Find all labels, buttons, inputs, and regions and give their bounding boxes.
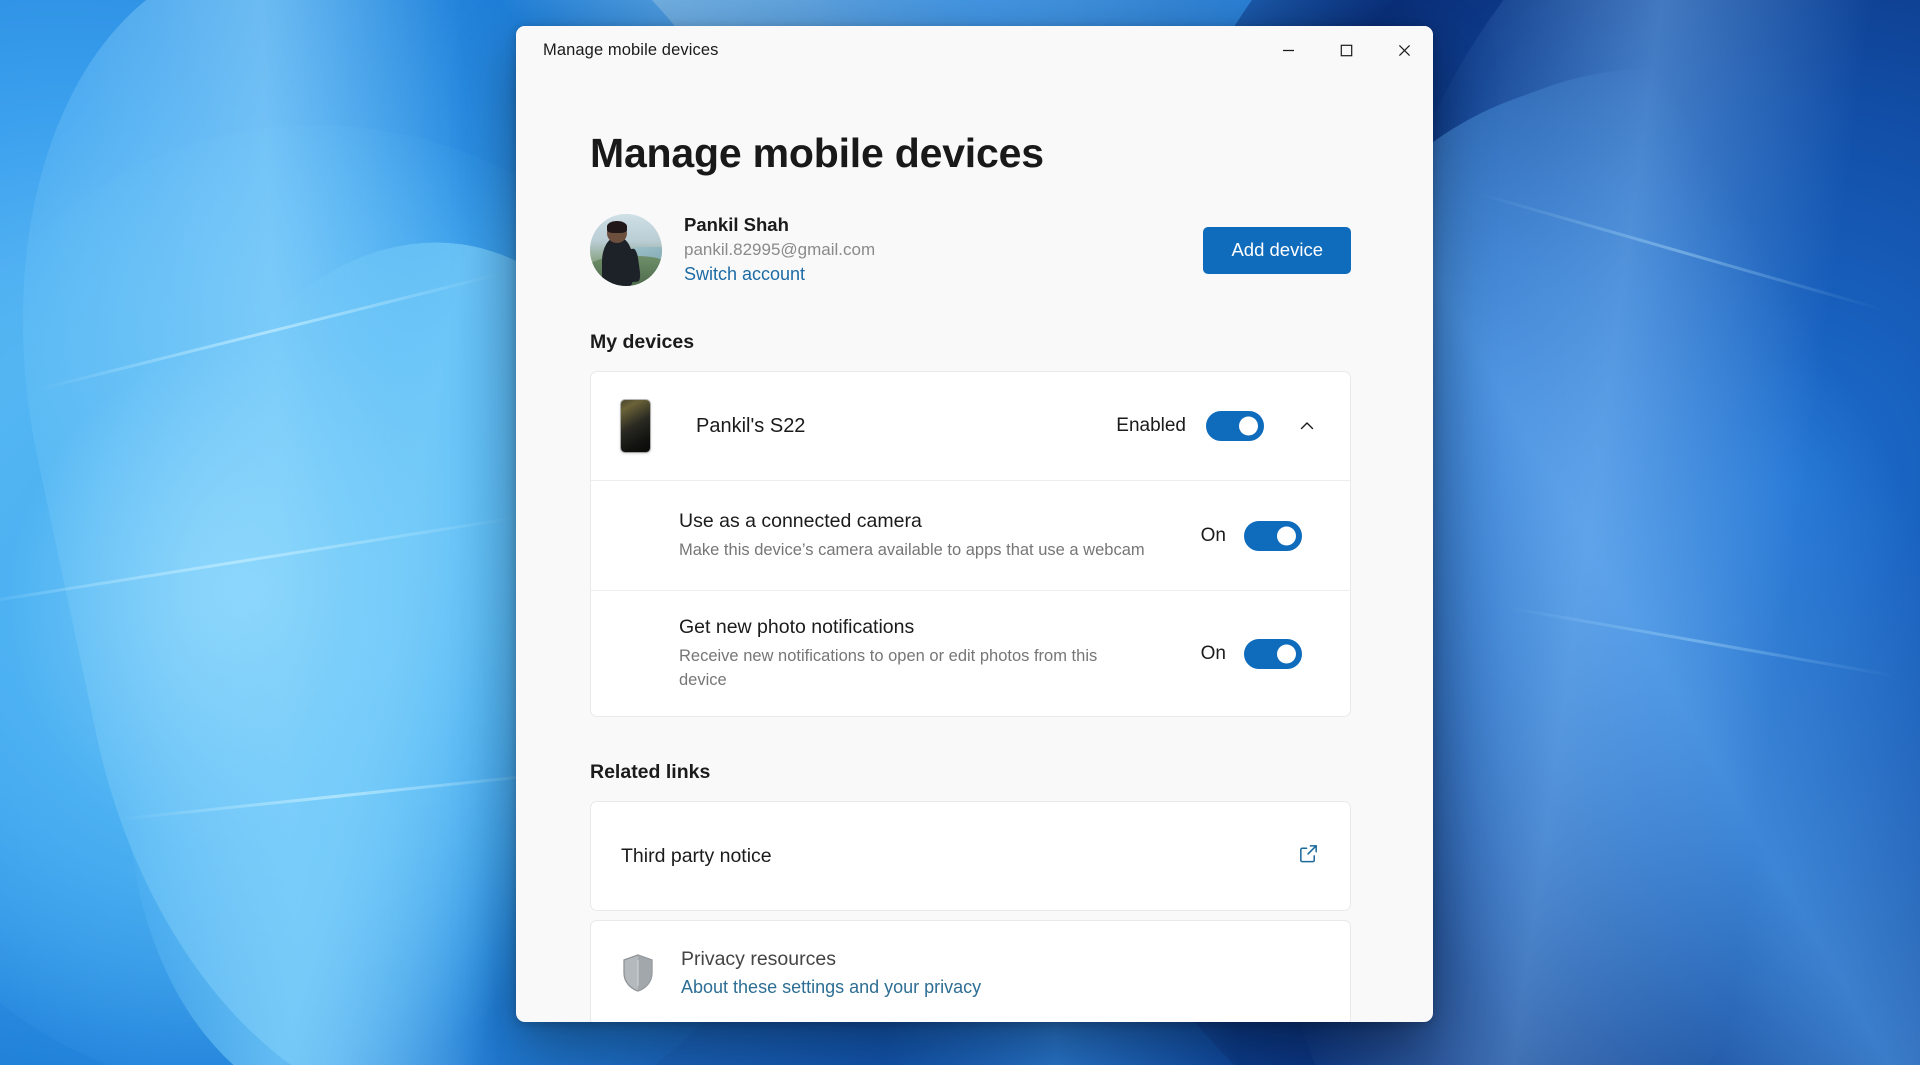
device-header-row[interactable]: Pankil's S22 Enabled xyxy=(591,372,1350,480)
phone-thumbnail-icon xyxy=(621,400,650,452)
shield-icon xyxy=(621,953,655,993)
device-name: Pankil's S22 xyxy=(696,415,805,438)
external-link-icon xyxy=(1297,842,1320,865)
minimize-icon xyxy=(1282,44,1295,57)
maximize-icon xyxy=(1340,44,1353,57)
setting-texts: Use as a connected camera Make this devi… xyxy=(679,509,1145,563)
connected-camera-toggle[interactable] xyxy=(1244,521,1302,551)
window-content: Manage mobile devices Pankil Shah pankil… xyxy=(516,74,1433,1022)
minimize-button[interactable] xyxy=(1259,26,1317,74)
setting-title: Use as a connected camera xyxy=(679,509,1145,534)
device-enabled-toggle[interactable] xyxy=(1206,411,1264,441)
app-window: Manage mobile devices Manage xyxy=(516,26,1433,1022)
privacy-resources-card: Privacy resources About these settings a… xyxy=(590,920,1351,1022)
setting-texts: Get new photo notifications Receive new … xyxy=(679,615,1149,692)
photo-notifications-toggle[interactable] xyxy=(1244,639,1302,669)
account-row: Pankil Shah pankil.82995@gmail.com Switc… xyxy=(590,213,1351,287)
account-email: pankil.82995@gmail.com xyxy=(684,238,875,262)
toggle-knob xyxy=(1239,417,1258,436)
account-details: Pankil Shah pankil.82995@gmail.com Switc… xyxy=(684,213,875,288)
toggle-knob xyxy=(1277,644,1296,663)
external-link-button[interactable] xyxy=(1297,842,1320,870)
close-icon xyxy=(1398,44,1411,57)
account-name: Pankil Shah xyxy=(684,213,875,238)
privacy-texts: Privacy resources About these settings a… xyxy=(681,947,981,999)
avatar-person-hair xyxy=(607,221,628,233)
setting-state-label: On xyxy=(1201,643,1226,665)
title-bar[interactable]: Manage mobile devices xyxy=(516,26,1433,74)
setting-row-connected-camera[interactable]: Use as a connected camera Make this devi… xyxy=(591,480,1350,590)
switch-account-link[interactable]: Switch account xyxy=(684,261,805,287)
third-party-notice-card: Third party notice xyxy=(590,801,1351,911)
scroll-area[interactable]: Manage mobile devices Pankil Shah pankil… xyxy=(516,74,1433,1022)
privacy-resources-subtitle[interactable]: About these settings and your privacy xyxy=(681,975,981,999)
privacy-resources-row[interactable]: Privacy resources About these settings a… xyxy=(591,921,1350,1022)
device-controls: Enabled xyxy=(1116,409,1324,443)
setting-description: Receive new notifications to open or edi… xyxy=(679,645,1149,692)
setting-row-photo-notifications[interactable]: Get new photo notifications Receive new … xyxy=(591,590,1350,716)
setting-controls: On xyxy=(1201,521,1324,551)
device-expand-button[interactable] xyxy=(1290,409,1324,443)
related-links-heading: Related links xyxy=(590,761,1351,784)
setting-controls: On xyxy=(1201,639,1324,669)
close-button[interactable] xyxy=(1375,26,1433,74)
device-card: Pankil's S22 Enabled xyxy=(590,371,1351,717)
page-title: Manage mobile devices xyxy=(590,130,1351,177)
setting-description: Make this device’s camera available to a… xyxy=(679,539,1145,562)
chevron-up-icon xyxy=(1297,416,1317,436)
third-party-notice-label: Third party notice xyxy=(621,845,772,868)
device-state-label: Enabled xyxy=(1116,415,1186,437)
third-party-notice-row[interactable]: Third party notice xyxy=(591,802,1350,910)
my-devices-heading: My devices xyxy=(590,331,1351,354)
setting-state-label: On xyxy=(1201,525,1226,547)
window-title: Manage mobile devices xyxy=(543,41,718,60)
privacy-resources-title: Privacy resources xyxy=(681,947,981,972)
add-device-button[interactable]: Add device xyxy=(1203,227,1351,274)
maximize-button[interactable] xyxy=(1317,26,1375,74)
setting-title: Get new photo notifications xyxy=(679,615,1149,640)
toggle-knob xyxy=(1277,526,1296,545)
window-controls xyxy=(1259,26,1433,74)
avatar[interactable] xyxy=(590,214,662,286)
